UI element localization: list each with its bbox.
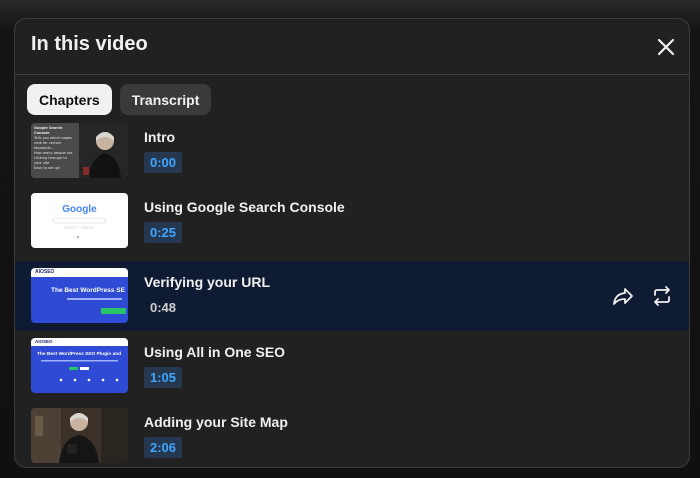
thumb-text-line: Google Search Console bbox=[34, 126, 63, 135]
thumb-text-line: Easy to set up! bbox=[34, 166, 61, 170]
repeat-icon bbox=[654, 286, 670, 306]
chapter-thumbnail: Google Search Console Tells you which pa… bbox=[31, 123, 128, 178]
chapter-item-site-map[interactable]: Adding your Site Map 2:06 bbox=[15, 401, 689, 467]
google-thumbnail-image bbox=[52, 217, 107, 238]
tab-bar: Chapters Transcript bbox=[27, 84, 212, 115]
aioseo-thumbnail-image bbox=[41, 360, 119, 382]
chapter-item-all-in-one-seo[interactable]: AIOSEO The Best WordPress SEO Plugin and… bbox=[15, 331, 689, 401]
chapter-title: Adding your Site Map bbox=[144, 414, 288, 430]
chapter-item-intro[interactable]: Google Search Console Tells you which pa… bbox=[15, 121, 689, 191]
chapter-title: Intro bbox=[144, 129, 176, 145]
chapter-thumbnail: AIOSEO The Best WordPress SE bbox=[31, 268, 128, 323]
chapter-title: Verifying your URL bbox=[144, 274, 271, 290]
chapter-thumbnail bbox=[31, 408, 128, 463]
chapter-list: Google Search Console Tells you which pa… bbox=[15, 121, 689, 467]
share-icon bbox=[613, 288, 633, 305]
chapter-item-verifying-url[interactable]: AIOSEO The Best WordPress SE Verifying y… bbox=[15, 261, 689, 331]
share-button[interactable] bbox=[610, 283, 636, 309]
aioseo-thumbnail-image bbox=[67, 298, 126, 314]
chapter-timestamp[interactable]: 0:25 bbox=[144, 222, 183, 243]
chapter-timestamp[interactable]: 2:06 bbox=[144, 437, 183, 458]
tab-transcript[interactable]: Transcript bbox=[119, 84, 212, 115]
panel-title: In this video bbox=[31, 33, 148, 55]
repeat-button[interactable] bbox=[649, 283, 675, 309]
close-icon bbox=[657, 38, 675, 56]
chapter-timestamp[interactable]: 1:05 bbox=[144, 367, 183, 388]
chapter-thumbnail: Google bbox=[31, 193, 128, 248]
panel-header: In this video bbox=[15, 19, 689, 75]
close-button[interactable] bbox=[653, 34, 679, 60]
chapter-title: Using Google Search Console bbox=[144, 199, 345, 215]
chapter-timestamp[interactable]: 0:48 bbox=[144, 297, 182, 318]
tab-chapters[interactable]: Chapters bbox=[27, 84, 112, 115]
chapter-item-google-search-console[interactable]: Google Using Google Search Console 0:25 bbox=[15, 191, 689, 261]
chapter-timestamp[interactable]: 0:00 bbox=[144, 152, 183, 173]
chapter-thumbnail: AIOSEO The Best WordPress SEO Plugin and bbox=[31, 338, 128, 393]
site-map-thumbnail-image bbox=[31, 408, 128, 463]
in-this-video-panel: In this video Chapters Transcript Google… bbox=[14, 18, 690, 468]
chapter-title: Using All in One SEO bbox=[144, 344, 286, 360]
